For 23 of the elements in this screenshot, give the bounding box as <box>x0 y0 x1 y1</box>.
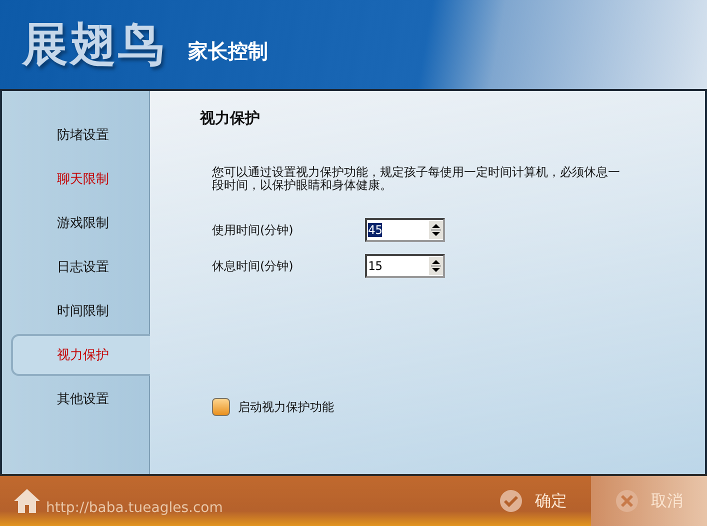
field-label: 休息时间(分钟) <box>212 258 294 274</box>
description: 您可以通过设置视力保护功能，规定孩子每使用一定时间计算机，必须休息一段时间，以保护眼睛和身体健康。 <box>212 166 621 192</box>
home-icon[interactable] <box>12 486 42 516</box>
logo: 展翅鸟 <box>22 16 166 72</box>
checkbox[interactable] <box>212 398 230 416</box>
spin-field[interactable]: 45 <box>365 218 445 242</box>
spin-arrows-icon[interactable] <box>429 257 443 275</box>
field-label: 使用时间(分钟) <box>212 222 294 238</box>
sidebar-item[interactable]: 时间限制 <box>11 290 149 332</box>
sidebar-item[interactable]: 游戏限制 <box>11 202 149 244</box>
spin-arrows-icon[interactable] <box>429 221 443 239</box>
sidebar-item[interactable]: 视力保护 <box>11 334 150 376</box>
sidebar-item[interactable]: 日志设置 <box>11 246 149 288</box>
close-icon <box>615 489 639 513</box>
spin-field[interactable]: 15 <box>365 254 445 278</box>
sidebar-item[interactable]: 聊天限制 <box>11 158 149 200</box>
check-icon <box>499 489 523 513</box>
confirm-button[interactable]: 确定 <box>475 476 591 526</box>
app-subtitle: 家长控制 <box>188 38 268 65</box>
sidebar-item[interactable]: 其他设置 <box>11 378 149 420</box>
section-title: 视力保护 <box>200 109 261 128</box>
sidebar-item[interactable]: 防堵设置 <box>11 114 149 156</box>
checkbox-label: 启动视力保护功能 <box>238 398 334 416</box>
